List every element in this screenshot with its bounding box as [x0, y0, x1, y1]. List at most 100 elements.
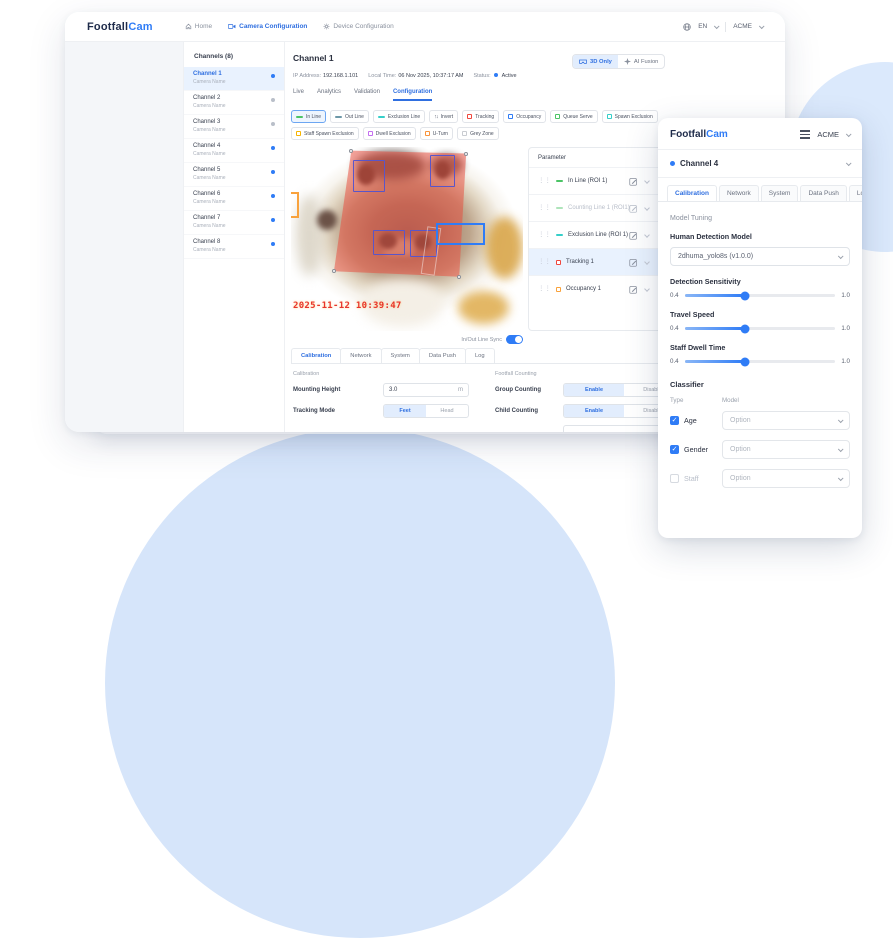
menu-icon[interactable] [800, 130, 811, 139]
panel-header: FootfallCam ACME [658, 118, 862, 150]
chevron-down-icon [837, 445, 844, 452]
box-icon [556, 259, 561, 265]
slider-knob[interactable] [740, 357, 750, 366]
tracking-feet-option[interactable]: Feet [384, 405, 426, 417]
zone-handle[interactable] [457, 275, 461, 279]
chevron-down-icon[interactable] [644, 205, 650, 211]
line-icon [377, 115, 385, 118]
chevron-down-icon[interactable] [644, 178, 650, 184]
roi-toolbar-row-1: In Line Out Line Exclusion Line Invert T… [291, 110, 658, 123]
slider-max: 1.0 [841, 358, 850, 365]
unit-label: m [458, 387, 463, 393]
nav-device-configuration-label: Device Configuration [333, 23, 394, 30]
age-checkbox[interactable]: ✓ [670, 416, 679, 425]
tab-analytics[interactable]: Analytics [317, 89, 341, 101]
gender-checkbox[interactable]: ✓ [670, 445, 679, 454]
tool-out-line[interactable]: Out Line [330, 110, 369, 123]
tool-tracking[interactable]: Tracking [462, 110, 500, 123]
tab-network[interactable]: Network [718, 185, 759, 201]
chevron-down-icon[interactable] [644, 259, 650, 265]
slider-knob[interactable] [740, 291, 750, 300]
channel-selector[interactable]: Channel 4 [658, 150, 862, 178]
camera-feed[interactable]: 2025-11-12 10:39:47 [291, 147, 523, 331]
tab-calibration[interactable]: Calibration [291, 348, 342, 363]
edit-icon[interactable] [629, 285, 638, 294]
tab-validation[interactable]: Validation [354, 89, 380, 101]
mounting-height-input[interactable]: 3.0 m [383, 383, 469, 397]
tool-u-turn[interactable]: U-Turn [419, 127, 454, 140]
child-counting-enable[interactable]: Enable [564, 405, 624, 417]
nav-home[interactable]: Home [185, 23, 212, 30]
edit-icon[interactable] [629, 204, 638, 213]
sidebar-item-channel-5[interactable]: Channel 5 Camera Name [184, 163, 284, 187]
drag-handle-icon[interactable]: ⋮⋮ [538, 177, 551, 185]
channel-name: Channel 6 [193, 191, 221, 197]
box-icon [367, 131, 373, 136]
drag-handle-icon[interactable]: ⋮⋮ [538, 258, 551, 266]
mounting-height-label: Mounting Height [293, 387, 341, 393]
account-selector[interactable]: ACME [817, 130, 839, 139]
age-model-select[interactable]: Option [722, 411, 850, 430]
channels-sidebar: Channels (8) Channel 1 Camera Name Chann… [183, 42, 285, 432]
sidebar-item-channel-8[interactable]: Channel 8 Camera Name [184, 235, 284, 259]
zone-handle[interactable] [349, 149, 353, 153]
sidebar-item-channel-2[interactable]: Channel 2 Camera Name [184, 91, 284, 115]
edit-icon[interactable] [629, 231, 638, 240]
tab-calibration[interactable]: Calibration [667, 185, 717, 201]
chevron-down-icon[interactable] [644, 286, 650, 292]
drag-handle-icon[interactable]: ⋮⋮ [538, 285, 551, 293]
sidebar-item-channel-7[interactable]: Channel 7 Camera Name [184, 211, 284, 235]
tab-system[interactable]: System [380, 348, 420, 363]
staff-checkbox[interactable]: ✓ [670, 474, 679, 483]
language-selector[interactable]: EN [698, 23, 707, 30]
box-icon [555, 114, 561, 119]
tool-staff-spawn-exclusion[interactable]: Staff Spawn Exclusion [291, 127, 359, 140]
chevron-down-icon[interactable] [644, 232, 650, 238]
tool-invert[interactable]: Invert [429, 110, 459, 123]
tool-dwell-exclusion[interactable]: Dwell Exclusion [362, 127, 416, 140]
drag-handle-icon[interactable]: ⋮⋮ [538, 231, 551, 239]
tool-grey-zone[interactable]: Grey Zone [457, 127, 499, 140]
home-icon [185, 23, 192, 30]
edit-icon[interactable] [629, 258, 638, 267]
account-selector[interactable]: ACME [733, 23, 752, 30]
gender-model-select[interactable]: Option [722, 440, 850, 459]
sidebar-item-channel-3[interactable]: Channel 3 Camera Name [184, 115, 284, 139]
tab-log[interactable]: Log [464, 348, 495, 363]
footfallcam-logo: FootfallCam [670, 129, 728, 140]
nav-device-configuration[interactable]: Device Configuration [323, 23, 394, 30]
sidebar-item-channel-1[interactable]: Channel 1 Camera Name [184, 67, 284, 91]
travel-speed-label: Travel Speed [670, 310, 715, 319]
nav-home-label: Home [194, 23, 213, 30]
tab-log[interactable]: Log [848, 185, 862, 201]
tool-exclusion-line[interactable]: Exclusion Line [372, 110, 426, 123]
edit-icon[interactable] [629, 177, 638, 186]
tool-occupancy[interactable]: Occupancy [503, 110, 547, 123]
chevron-down-icon [714, 22, 720, 29]
mode-ai-fusion-button[interactable]: AI Fusion [618, 55, 664, 68]
tool-spawn-exclusion[interactable]: Spawn Exclusion [601, 110, 658, 123]
staff-model-select[interactable]: Option [722, 469, 850, 488]
slider-knob[interactable] [740, 324, 750, 333]
tab-configuration[interactable]: Configuration [392, 89, 433, 101]
tab-live[interactable]: Live [293, 89, 304, 101]
tool-queue-serve[interactable]: Queue Serve [550, 110, 598, 123]
zone-handle[interactable] [332, 269, 336, 273]
tab-network[interactable]: Network [340, 348, 382, 363]
tab-data-push[interactable]: Data Push [418, 348, 466, 363]
slider-max: 1.0 [841, 325, 850, 332]
mode-3d-only-button[interactable]: 3D Only [573, 55, 618, 68]
line-icon [556, 234, 563, 236]
human-detection-model-select[interactable]: 2dhuma_yolo8s (v1.0.0) [670, 247, 850, 266]
tool-in-line[interactable]: In Line [291, 110, 327, 123]
sidebar-item-channel-4[interactable]: Channel 4 Camera Name [184, 139, 284, 163]
sync-toggle[interactable] [506, 335, 523, 344]
sidebar-item-channel-6[interactable]: Channel 6 Camera Name [184, 187, 284, 211]
group-counting-enable[interactable]: Enable [564, 384, 624, 396]
zone-handle[interactable] [464, 152, 468, 156]
tracking-head-option[interactable]: Head [426, 405, 468, 417]
tab-data-push[interactable]: Data Push [800, 185, 847, 201]
tab-system[interactable]: System [760, 185, 799, 201]
drag-handle-icon[interactable]: ⋮⋮ [538, 204, 551, 212]
nav-camera-configuration[interactable]: Camera Configuration [228, 23, 307, 30]
